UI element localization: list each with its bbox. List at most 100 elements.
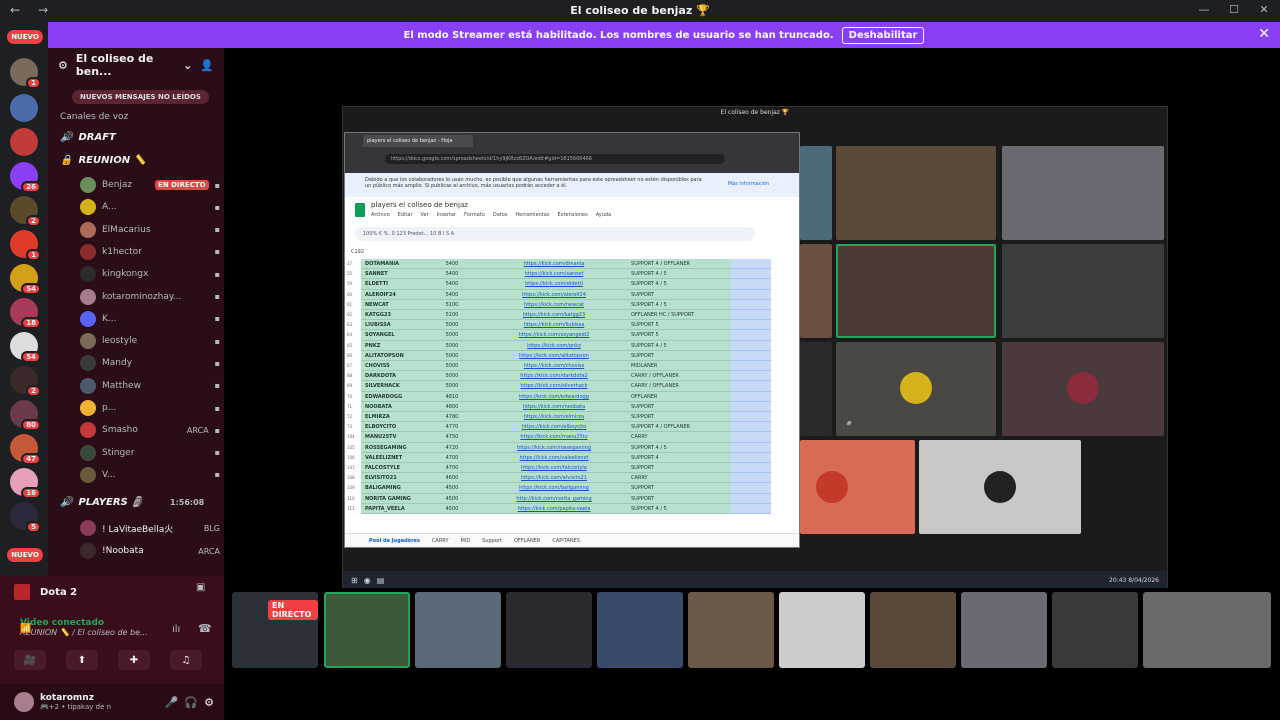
mmr-cell[interactable]: 4500 — [425, 483, 479, 494]
server-icon[interactable]: 1 — [10, 58, 41, 89]
channel-reunion[interactable]: 🔒 REUNION 📏 — [60, 155, 146, 166]
close-icon[interactable]: ✕ — [1258, 26, 1270, 42]
role-cell[interactable]: SUPPORT — [629, 401, 731, 412]
menu-item[interactable]: Herramientas — [515, 212, 549, 218]
server-icon[interactable]: 2 — [10, 196, 41, 227]
row-number[interactable]: 66 — [347, 351, 361, 361]
row-number[interactable]: 72 — [347, 412, 361, 422]
role-cell[interactable]: SUPPORT 5 — [629, 320, 731, 331]
address-bar[interactable]: https://docs.google.com/spreadsheets/d/1… — [385, 154, 725, 164]
menu-item[interactable]: Ver — [421, 212, 429, 218]
link-cell[interactable]: https://kick.com/papita-veela — [479, 503, 629, 514]
channel-draft[interactable]: 🔊 DRAFT — [60, 132, 116, 143]
role-cell[interactable]: SUPPORT 4 / 5 — [629, 503, 731, 514]
server-icon[interactable]: 26 — [10, 162, 41, 193]
player-cell[interactable]: NOOBATA — [361, 401, 425, 412]
add-member-icon[interactable]: 👤 — [200, 59, 214, 72]
browser-tab[interactable]: players el coliseo de benjaz - Hoja — [363, 135, 473, 147]
mmr-cell[interactable]: 4500 — [425, 503, 479, 514]
role-cell[interactable]: SUPPORT 4 / 5 — [629, 442, 731, 453]
empty-cell[interactable] — [731, 452, 771, 463]
mmr-cell[interactable]: 5400 — [425, 269, 479, 280]
link-cell[interactable]: https://kick.com/falcostyle — [479, 463, 629, 474]
sheet-title[interactable]: players el coliseo de benjaz — [371, 201, 468, 209]
sheet-tab[interactable]: MID — [461, 538, 471, 544]
participant-tile[interactable] — [919, 440, 1081, 534]
empty-cell[interactable] — [731, 340, 771, 351]
link-cell[interactable]: https://kick.com/baligaming — [479, 483, 629, 494]
mmr-cell[interactable]: 4700 — [425, 452, 479, 463]
menu-item[interactable]: Editar — [398, 212, 413, 218]
menu-item[interactable]: Archivo — [371, 212, 390, 218]
mmr-cell[interactable]: 4720 — [425, 442, 479, 453]
row-number[interactable]: 70 — [347, 392, 361, 402]
player-cell[interactable]: SOYANGEL — [361, 330, 425, 341]
row-number[interactable]: 107 — [347, 463, 361, 473]
voice-member[interactable]: ! LaVitaeBella火 BLG — [80, 518, 220, 538]
mmr-cell[interactable]: 4780 — [425, 412, 479, 423]
server-icon[interactable]: 5 — [10, 502, 41, 533]
settings-icon[interactable]: ⚙ — [204, 696, 214, 709]
row-number[interactable]: 110 — [347, 494, 361, 504]
cell-reference[interactable]: C192 — [351, 249, 364, 255]
sheet-tab[interactable]: CARRY — [432, 538, 449, 544]
player-cell[interactable]: SANNET — [361, 269, 425, 280]
row-number[interactable]: 61 — [347, 300, 361, 310]
empty-cell[interactable] — [731, 463, 771, 474]
mmr-cell[interactable]: 4770 — [425, 422, 479, 433]
sheet-toolbar[interactable]: 100% € % .0 123 Predet... 10 B I S A — [355, 227, 755, 241]
player-cell[interactable]: SILVERHACK — [361, 381, 425, 392]
server-icon[interactable] — [10, 94, 38, 122]
voice-member[interactable]: Mandy ▪ — [80, 353, 220, 373]
role-cell[interactable]: SUPPORT 4 / 5 — [629, 299, 731, 310]
row-number[interactable]: 68 — [347, 371, 361, 381]
role-cell[interactable]: MIDLANER — [629, 361, 731, 372]
voice-category[interactable]: Canales de voz — [60, 112, 128, 122]
row-number[interactable]: 108 — [347, 473, 361, 483]
player-cell[interactable]: ALITATOPSON — [361, 350, 425, 361]
voice-member[interactable]: Matthew ▪ — [80, 376, 220, 396]
empty-cell[interactable] — [731, 503, 771, 514]
participant-tile[interactable] — [1002, 342, 1164, 436]
menu-item[interactable]: Ayuda — [596, 212, 611, 218]
server-icon[interactable]: 18 — [10, 298, 41, 329]
link-cell[interactable]: https://kick.com/rossegaming — [479, 442, 629, 453]
server-icon[interactable] — [10, 128, 38, 156]
mmr-cell[interactable]: 5400 — [425, 279, 479, 290]
role-cell[interactable]: SUPPORT 4 / OFFLANER — [629, 259, 731, 270]
role-cell[interactable]: SUPPORT 4 — [629, 452, 731, 463]
row-number[interactable]: 55 — [347, 269, 361, 279]
player-cell[interactable]: DARKDOTA — [361, 371, 425, 382]
link-cell[interactable]: https://kick.com/elboycito — [479, 422, 629, 433]
mmr-cell[interactable]: 4750 — [425, 432, 479, 443]
empty-cell[interactable] — [731, 330, 771, 341]
role-cell[interactable]: SUPPORT — [629, 350, 731, 361]
player-cell[interactable]: FALCOSTYLE — [361, 463, 425, 474]
role-cell[interactable]: OFFLANER HC / SUPPORT — [629, 310, 731, 321]
voice-member[interactable]: A... ▪ — [80, 197, 220, 217]
server-header[interactable]: ⚙ El coliseo de ben... ⌄ 👤 — [48, 48, 224, 82]
role-cell[interactable]: SUPPORT — [629, 483, 731, 494]
link-cell[interactable]: https://kick.com/eldetti — [479, 279, 629, 290]
player-cell[interactable]: PAPITA_VEELA — [361, 503, 425, 514]
mmr-cell[interactable]: 4500 — [425, 493, 479, 504]
empty-cell[interactable] — [731, 422, 771, 433]
voice-channel-path[interactable]: REUNION 📏 / El coliseo de be... — [20, 628, 148, 637]
participant-thumbnail[interactable] — [324, 592, 410, 668]
camera-icon[interactable]: 🎥 — [14, 650, 46, 670]
empty-cell[interactable] — [731, 259, 771, 270]
link-cell[interactable]: https://kick.com/edwardogg — [479, 391, 629, 402]
role-cell[interactable]: SUPPORT — [629, 412, 731, 423]
row-number[interactable]: 64 — [347, 330, 361, 340]
link-cell[interactable]: https://kick.com/newcat — [479, 299, 629, 310]
role-cell[interactable]: SUPPORT 4 / 5 — [629, 269, 731, 280]
menu-item[interactable]: Formato — [464, 212, 485, 218]
screen-icon[interactable]: ▣ — [196, 582, 205, 593]
row-number[interactable]: 105 — [347, 443, 361, 453]
empty-cell[interactable] — [731, 371, 771, 382]
participant-thumbnail[interactable] — [506, 592, 592, 668]
mmr-cell[interactable]: 5100 — [425, 299, 479, 310]
participant-thumbnail[interactable] — [597, 592, 683, 668]
server-icon[interactable]: 54 — [10, 332, 41, 363]
empty-cell[interactable] — [731, 391, 771, 402]
